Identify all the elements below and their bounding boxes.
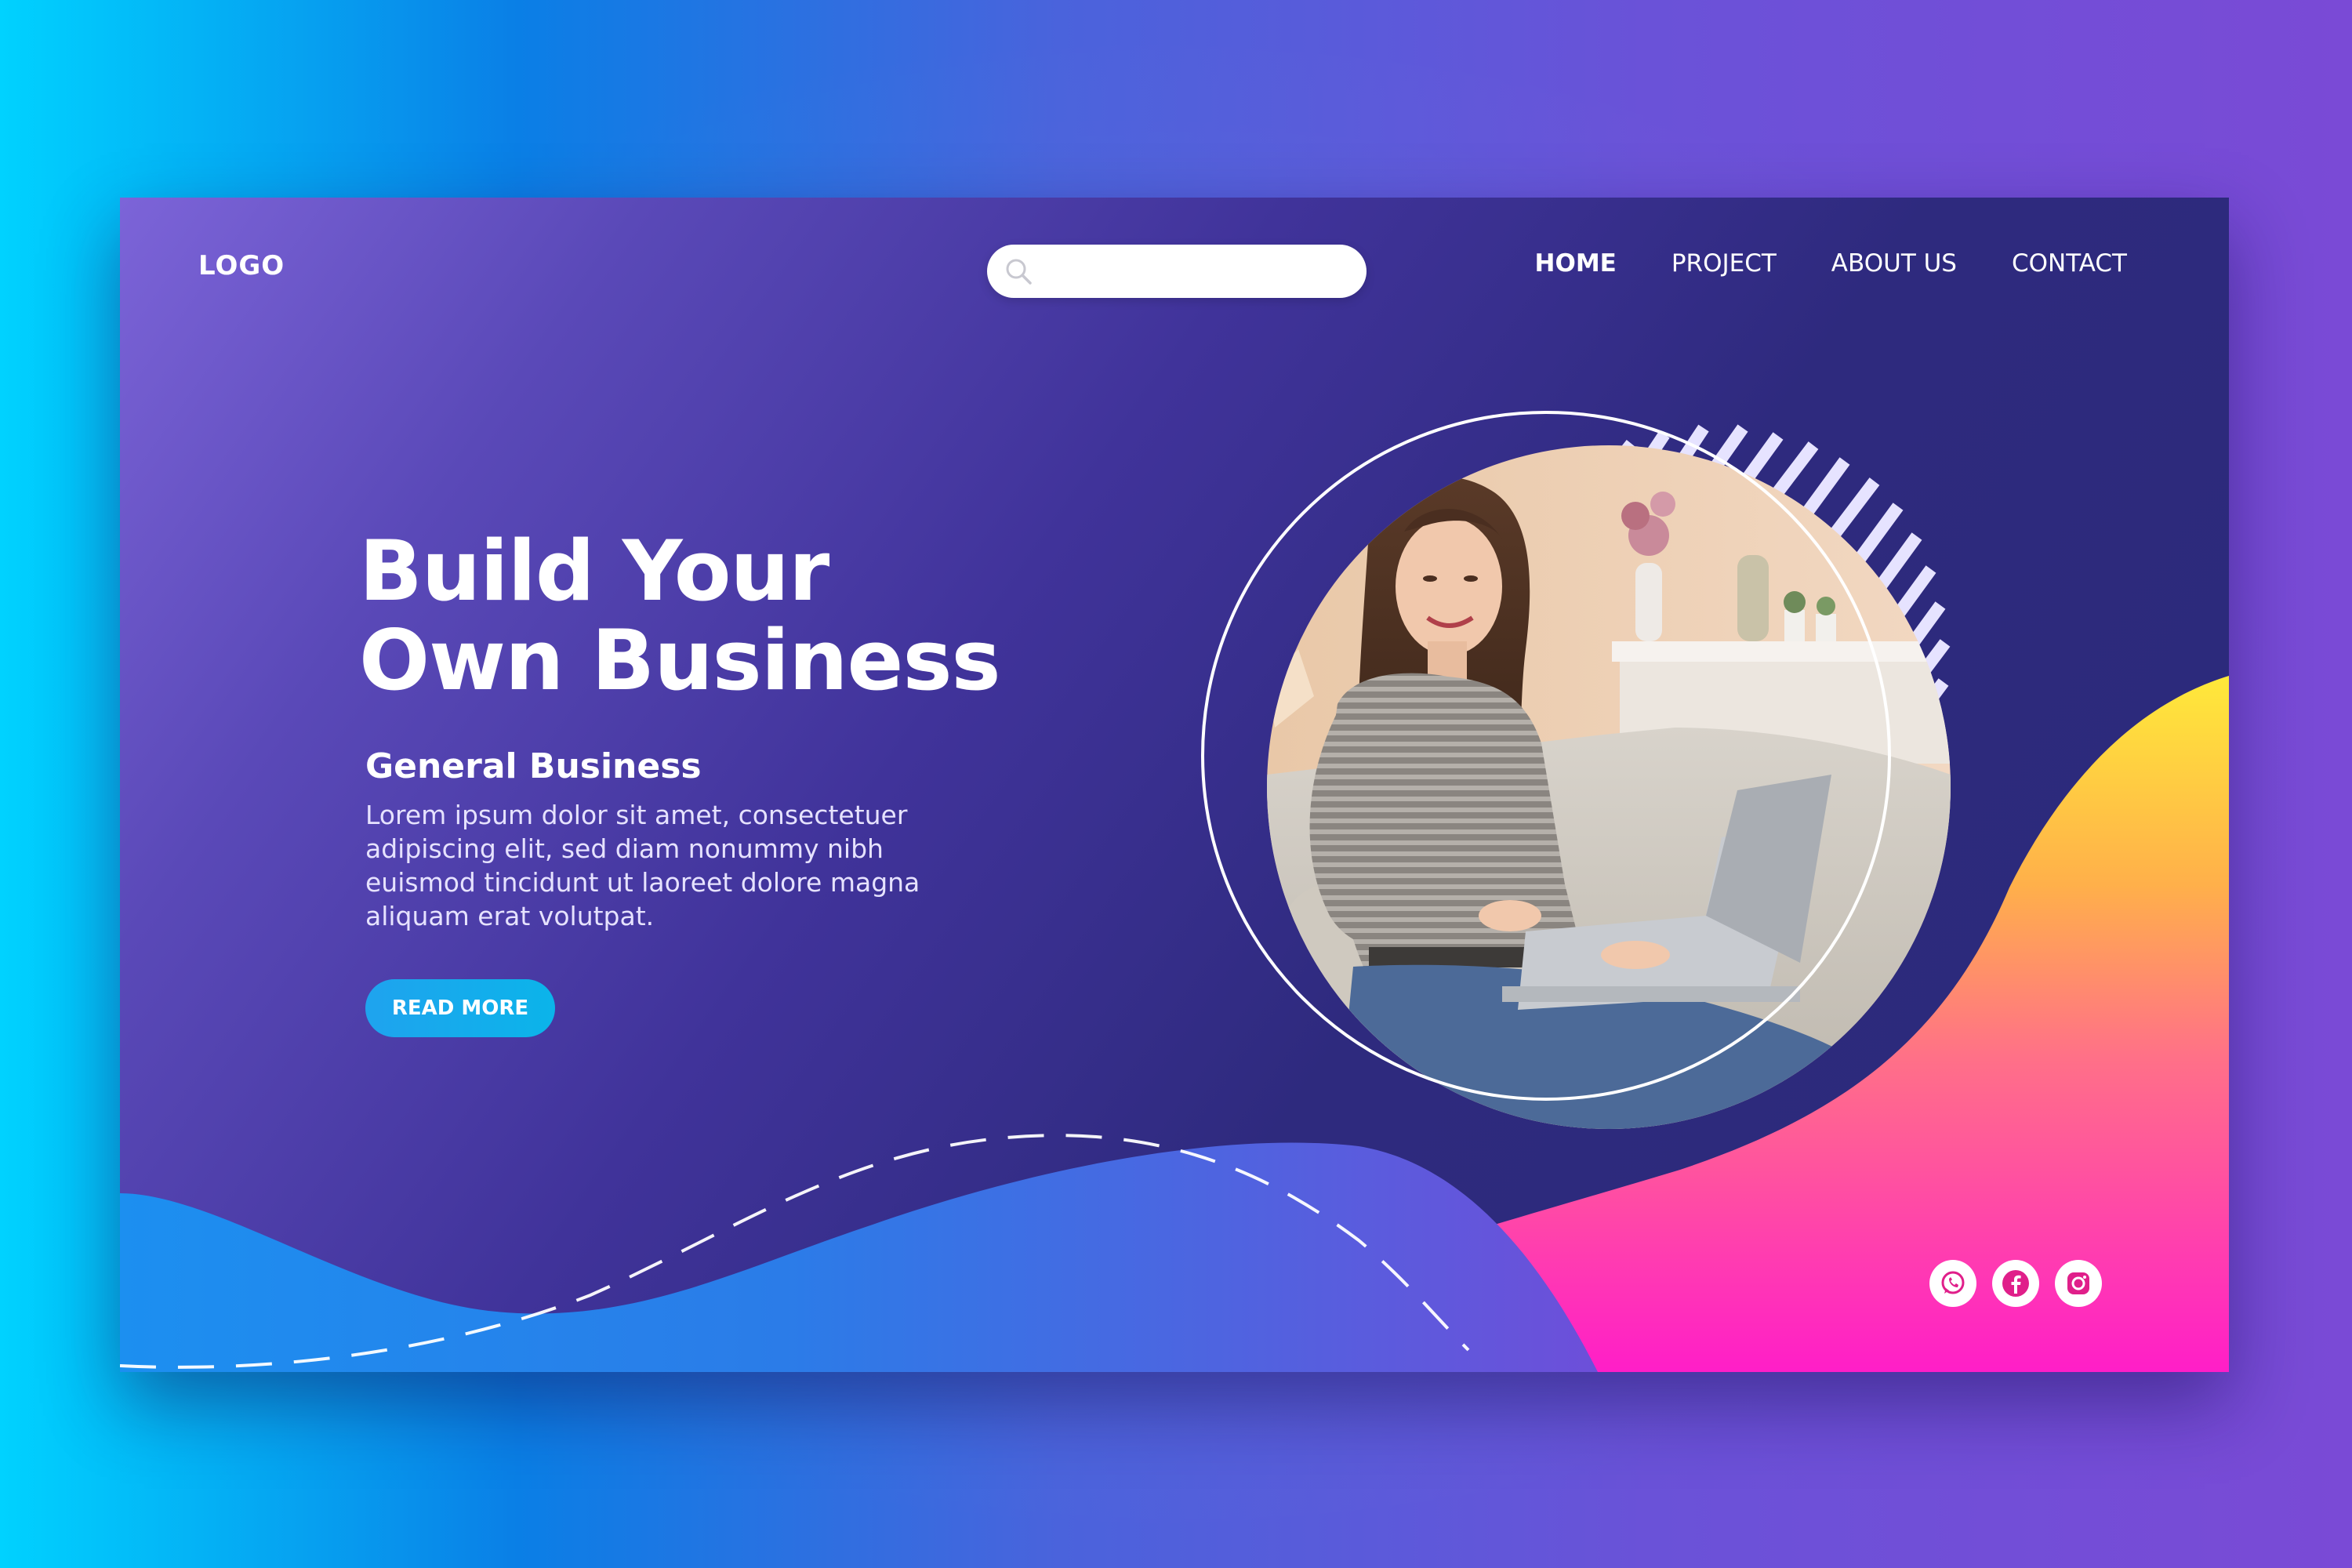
nav-contact[interactable]: CONTACT [2012, 249, 2127, 278]
nav-project[interactable]: PROJECT [1671, 249, 1777, 278]
hero-title-line: Build Your [359, 523, 829, 619]
hero-description-line: euismod tincidunt ut laoreet dolore magn… [365, 867, 920, 898]
search-icon [1006, 259, 1032, 285]
social-links [1929, 1260, 2102, 1307]
whatsapp-icon [1941, 1271, 1965, 1294]
blue-wave [120, 1142, 1598, 1372]
main-nav: HOME PROJECT ABOUT US CONTACT [1535, 249, 2127, 278]
search-input[interactable] [1045, 252, 1346, 292]
hero-description-line: adipiscing elit, sed diam nonummy nibh [365, 833, 884, 864]
facebook-icon [2002, 1270, 2029, 1297]
nav-about-us[interactable]: ABOUT US [1831, 249, 1957, 278]
whatsapp-button[interactable] [1929, 1260, 1976, 1307]
hero-description-line: Lorem ipsum dolor sit amet, consectetuer [365, 800, 908, 830]
search-bar[interactable] [987, 245, 1367, 298]
photo-outline-ring [1201, 411, 1891, 1101]
hero-subtitle: General Business [365, 746, 702, 786]
hero-title: Build Your Own Business [359, 523, 1001, 709]
instagram-button[interactable] [2055, 1260, 2102, 1307]
hero-title-line: Own Business [359, 612, 1001, 709]
logo[interactable]: LOGO [198, 250, 285, 281]
nav-home[interactable]: HOME [1535, 249, 1617, 278]
instagram-icon [2067, 1272, 2089, 1294]
facebook-button[interactable] [1992, 1260, 2039, 1307]
landing-card: LOGO HOME PROJECT ABOUT US CONTACT Build… [120, 198, 2229, 1372]
read-more-button[interactable]: READ MORE [365, 979, 555, 1037]
hero-description-line: aliquam erat volutpat. [365, 901, 655, 931]
hero-description: Lorem ipsum dolor sit amet, consectetuer… [365, 798, 993, 933]
